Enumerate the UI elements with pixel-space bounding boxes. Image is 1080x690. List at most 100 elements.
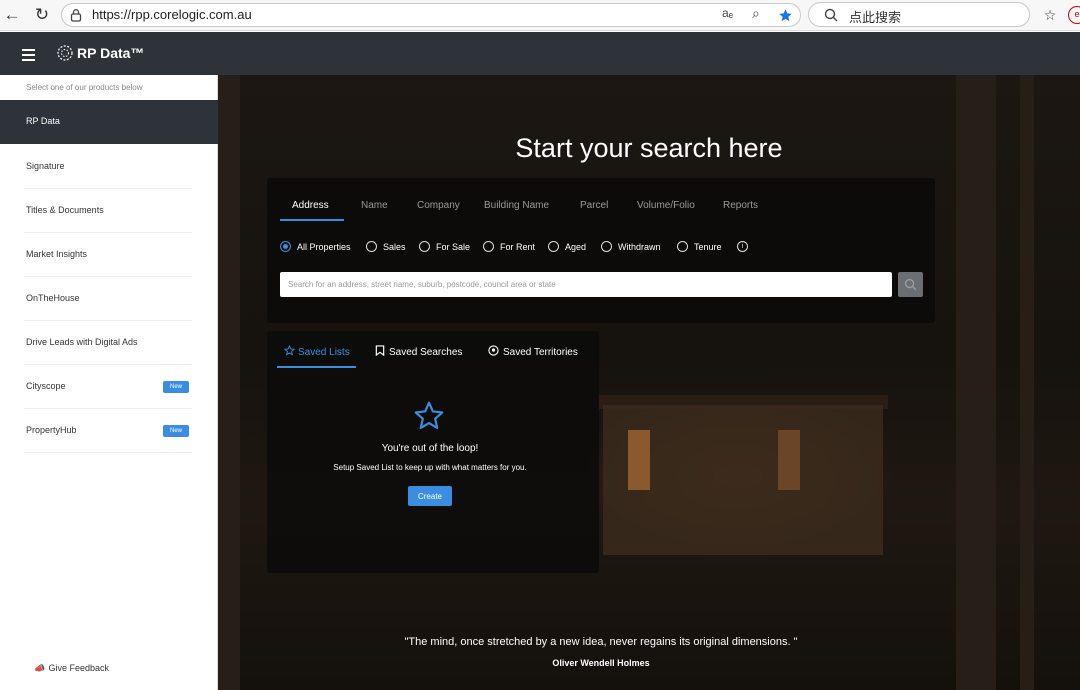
sidebar-hint: Select one of our products below <box>26 83 143 92</box>
sidebar-item-cityscope[interactable]: Cityscope New <box>0 365 218 409</box>
product-sidebar: Select one of our products below RP Data… <box>0 75 218 690</box>
sidebar-item-label: Titles & Documents <box>26 205 104 215</box>
megaphone-icon: 📣 <box>34 663 46 673</box>
address-search-input[interactable] <box>280 272 892 297</box>
lock-icon <box>70 9 82 22</box>
search-panel: Address Name Company Building Name Parce… <box>267 178 935 323</box>
sidebar-item-label: Signature <box>26 161 65 171</box>
profile-avatar-icon[interactable]: e <box>1068 6 1080 24</box>
tab-building-name[interactable]: Building Name <box>484 200 549 211</box>
quote-author: Oliver Wendell Holmes <box>552 658 650 668</box>
sidebar-item-signature[interactable]: Signature <box>0 145 218 189</box>
tab-label: Saved Lists <box>298 347 350 358</box>
radio-selected-icon <box>280 241 291 252</box>
create-button[interactable]: Create <box>408 486 452 506</box>
new-badge: New <box>163 425 189 437</box>
info-icon[interactable]: i <box>737 241 748 252</box>
sidebar-item-label: Market Insights <box>26 249 88 259</box>
background-tree <box>1020 75 1034 690</box>
radio-withdrawn[interactable]: Withdrawn <box>601 241 661 252</box>
give-feedback-link[interactable]: 📣 Give Feedback <box>34 663 109 674</box>
tab-company[interactable]: Company <box>417 200 460 211</box>
address-bar[interactable]: https://rpp.corelogic.com.au aₑ ⌕ <box>61 3 801 27</box>
radio-for-sale[interactable]: For Sale <box>419 241 470 252</box>
brand-name[interactable]: RP Data™ <box>77 45 144 61</box>
empty-state-subtitle: Setup Saved List to keep up with what ma… <box>333 463 527 472</box>
radio-tenure[interactable]: Tenure <box>677 241 722 252</box>
hero-section: Start your search here Address Name Comp… <box>218 75 1080 690</box>
hero-title: Start your search here <box>515 133 783 163</box>
search-button[interactable] <box>898 272 923 297</box>
quote-text: "The mind, once stretched by a new idea,… <box>404 636 798 648</box>
radio-icon <box>366 241 377 252</box>
empty-state-title: You're out of the loop! <box>381 443 479 454</box>
new-badge: New <box>163 381 189 393</box>
radio-icon <box>419 241 430 252</box>
sidebar-item-onthehouse[interactable]: OnTheHouse <box>0 277 218 321</box>
sidebar-item-label: RP Data <box>26 116 60 126</box>
sidebar-item-propertyhub[interactable]: PropertyHub New <box>0 409 218 453</box>
territory-pin-icon <box>488 345 499 356</box>
background-tree <box>218 75 240 690</box>
back-arrow-icon[interactable]: ← <box>2 5 22 25</box>
favorites-list-icon[interactable]: ☆ <box>1040 5 1060 25</box>
radio-icon <box>548 241 559 252</box>
menu-icon[interactable] <box>22 49 35 64</box>
radio-aged[interactable]: Aged <box>548 241 586 252</box>
sidebar-item-titles-documents[interactable]: Titles & Documents <box>0 189 218 233</box>
sidebar-item-market-insights[interactable]: Market Insights <box>0 233 218 277</box>
radio-label: Tenure <box>694 242 722 252</box>
url-text: https://rpp.corelogic.com.au <box>92 7 252 22</box>
radio-icon <box>483 241 494 252</box>
star-icon <box>283 344 296 356</box>
sidebar-item-digital-ads[interactable]: Drive Leads with Digital Ads <box>0 321 218 365</box>
reload-icon[interactable]: ↻ <box>32 5 52 25</box>
radio-all-properties[interactable]: All Properties <box>280 241 351 252</box>
tab-saved-lists[interactable]: Saved Lists <box>283 344 350 358</box>
star-outline-icon <box>414 401 444 430</box>
feedback-label: Give Feedback <box>48 663 110 673</box>
saved-panel: Saved Lists Saved Searches Saved Territo… <box>267 331 599 573</box>
tab-address[interactable]: Address <box>292 200 329 211</box>
zoom-icon[interactable]: ⌕ <box>752 5 760 22</box>
radio-label: For Rent <box>500 242 536 252</box>
radio-label: Aged <box>565 242 587 252</box>
tab-volume-folio[interactable]: Volume/Folio <box>637 200 695 211</box>
radio-icon <box>601 241 612 252</box>
radio-sales[interactable]: Sales <box>366 241 406 252</box>
radio-icon <box>677 241 688 252</box>
browser-toolbar: ← ↻ https://rpp.corelogic.com.au aₑ ⌕ 点此… <box>0 0 1080 31</box>
background-cabin-window <box>778 430 800 490</box>
read-aloud-icon[interactable]: aₑ <box>722 6 733 20</box>
app-header: RP Data™ <box>0 32 1080 75</box>
search-icon <box>824 8 838 22</box>
active-tab-indicator <box>280 219 344 221</box>
sidebar-item-label: Cityscope <box>26 381 66 391</box>
search-icon <box>904 278 917 291</box>
browser-search-box[interactable]: 点此搜索 <box>808 2 1030 27</box>
tab-saved-searches[interactable]: Saved Searches <box>375 345 462 358</box>
tab-name[interactable]: Name <box>361 200 388 211</box>
browser-search-text: 点此搜索 <box>849 10 902 25</box>
sidebar-item-label: Drive Leads with Digital Ads <box>26 337 138 347</box>
radio-label: For Sale <box>436 242 471 252</box>
bookmark-icon <box>375 345 385 357</box>
sidebar-item-rp-data[interactable]: RP Data <box>0 100 218 144</box>
sidebar-item-label: PropertyHub <box>26 425 77 435</box>
brand-logo-icon <box>57 45 73 61</box>
tab-label: Saved Territories <box>503 347 578 358</box>
tab-parcel[interactable]: Parcel <box>580 200 608 211</box>
sidebar-item-label: OnTheHouse <box>26 293 80 303</box>
background-cabin-window <box>628 430 650 490</box>
active-tab-indicator <box>277 366 356 368</box>
divider <box>24 452 192 453</box>
radio-label: Withdrawn <box>618 242 661 252</box>
tab-label: Saved Searches <box>389 347 463 358</box>
tab-reports[interactable]: Reports <box>723 200 758 211</box>
radio-label: All Properties <box>297 242 351 252</box>
tab-saved-territories[interactable]: Saved Territories <box>488 345 578 358</box>
radio-label: Sales <box>383 242 406 252</box>
radio-for-rent[interactable]: For Rent <box>483 241 535 252</box>
background-tree <box>956 75 996 690</box>
favorite-star-icon[interactable] <box>778 8 793 23</box>
